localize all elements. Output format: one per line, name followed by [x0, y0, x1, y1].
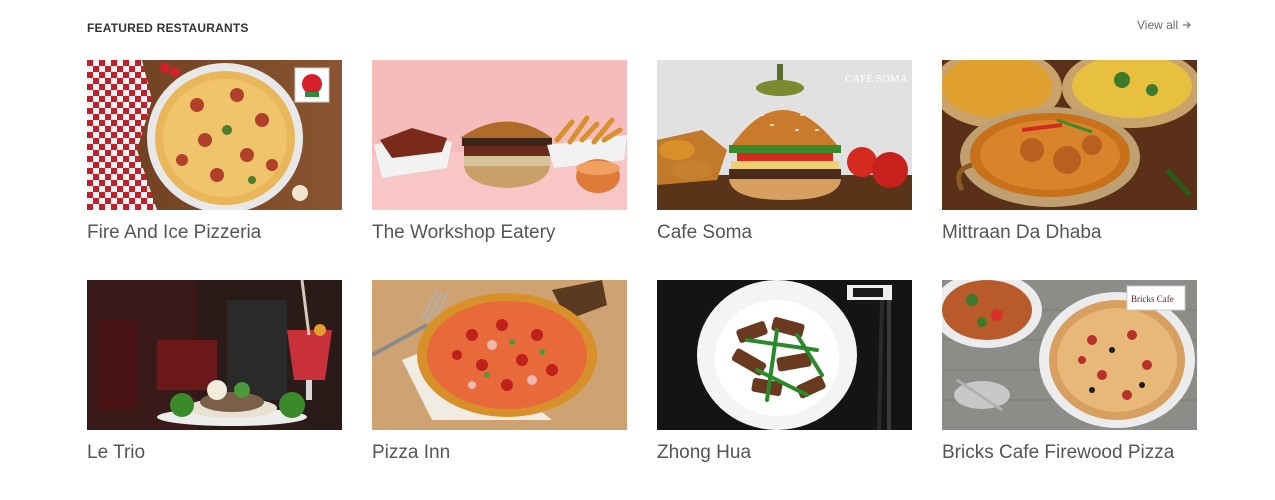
- restaurant-name[interactable]: Pizza Inn: [372, 442, 627, 464]
- restaurant-image[interactable]: CAFÉ SOMA: [657, 60, 912, 210]
- section-title: FEATURED RESTAURANTS: [87, 21, 249, 35]
- restaurant-name[interactable]: Fire And Ice Pizzeria: [87, 222, 342, 244]
- restaurant-image[interactable]: [942, 60, 1197, 210]
- restaurant-card[interactable]: Pizza Inn: [372, 280, 627, 500]
- view-all-link[interactable]: View all: [1137, 18, 1192, 32]
- restaurant-card[interactable]: The Workshop Eatery: [372, 60, 627, 280]
- restaurant-name[interactable]: Le Trio: [87, 442, 342, 464]
- restaurant-name[interactable]: Zhong Hua: [657, 442, 912, 464]
- stir-fry-photo: [657, 280, 912, 430]
- pizza-photo: [372, 280, 627, 430]
- restaurant-card[interactable]: Fire And Ice Pizzeria: [87, 60, 342, 280]
- photo-watermark-text: CAFÉ SOMA: [845, 73, 908, 85]
- burger-photo: [372, 60, 627, 210]
- restaurant-image[interactable]: [87, 60, 342, 210]
- restaurant-image[interactable]: [657, 280, 912, 430]
- restaurant-card[interactable]: Zhong Hua: [657, 280, 912, 500]
- restaurant-name[interactable]: Cafe Soma: [657, 222, 912, 244]
- restaurant-card[interactable]: Bricks Cafe Bricks Cafe Firewood Pizza: [942, 280, 1197, 500]
- curry-photo: [942, 60, 1197, 210]
- restaurant-name[interactable]: Mittraan Da Dhaba: [942, 222, 1197, 244]
- view-all-label: View all: [1137, 18, 1179, 32]
- restaurant-card[interactable]: CAFÉ SOMA Cafe Soma: [657, 60, 912, 280]
- restaurant-grid: Fire And Ice Pizzeria The Workshop Eater…: [87, 60, 1197, 500]
- burger-photo: CAFÉ SOMA: [657, 60, 912, 210]
- restaurant-name[interactable]: Bricks Cafe Firewood Pizza: [942, 442, 1197, 464]
- restaurant-image[interactable]: [87, 280, 342, 430]
- restaurant-name[interactable]: The Workshop Eatery: [372, 222, 627, 244]
- restaurant-image[interactable]: [372, 60, 627, 210]
- restaurant-image[interactable]: Bricks Cafe: [942, 280, 1197, 430]
- restaurant-card[interactable]: Mittraan Da Dhaba: [942, 60, 1197, 280]
- firewood-pizza-photo: Bricks Cafe: [942, 280, 1197, 430]
- photo-logo-text: Bricks Cafe: [1131, 294, 1174, 304]
- pizza-photo: [87, 60, 342, 210]
- restaurant-card[interactable]: Le Trio: [87, 280, 342, 500]
- dinner-plate-photo: [87, 280, 342, 430]
- restaurant-image[interactable]: [372, 280, 627, 430]
- arrow-right-icon: [1183, 21, 1191, 29]
